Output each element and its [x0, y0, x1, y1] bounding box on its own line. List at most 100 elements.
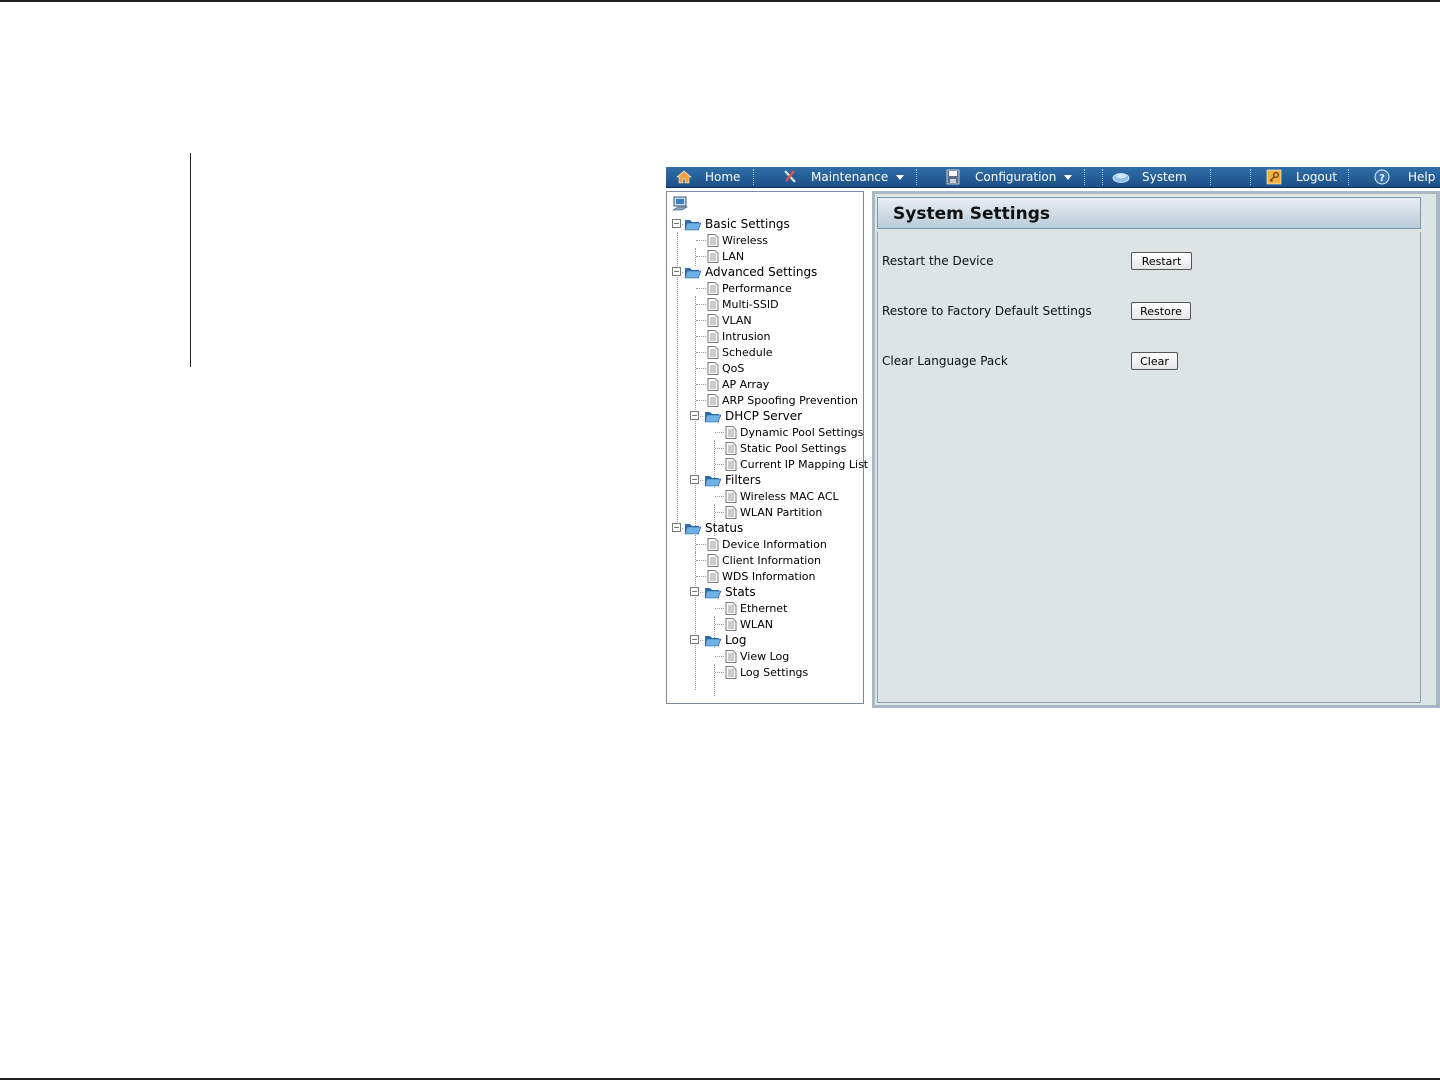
tree-item-schedule[interactable]: Schedule [707, 344, 773, 360]
tree-guide [715, 448, 724, 449]
collapse-toggle-icon[interactable]: − [672, 523, 681, 532]
tree-guide [696, 576, 706, 577]
clear-language-label: Clear Language Pack [882, 354, 1008, 368]
save-disk-icon [946, 169, 960, 185]
nav-separator [1348, 169, 1350, 185]
page-icon [707, 233, 719, 247]
collapse-toggle-icon[interactable]: − [672, 219, 681, 228]
nav-help-label: Help [1408, 170, 1436, 184]
page-icon [707, 249, 719, 263]
tree-item-label: Performance [722, 281, 792, 295]
page-icon [707, 313, 719, 327]
tree-item-intrusion[interactable]: Intrusion [707, 328, 771, 344]
nav-configuration[interactable]: Configuration [945, 167, 1073, 187]
tree-guide [715, 464, 724, 465]
tree-guide [715, 672, 724, 673]
tree-item-client-info[interactable]: Client Information [707, 552, 821, 568]
page-icon [707, 281, 719, 295]
help-icon: ? [1374, 169, 1390, 185]
restore-label: Restore to Factory Default Settings [882, 304, 1092, 318]
tree-item-label: Basic Settings [705, 217, 790, 231]
tree-item-label: DHCP Server [725, 409, 803, 423]
nav-system[interactable]: System [1112, 167, 1187, 187]
tree-guide [696, 288, 706, 289]
page-icon [707, 377, 719, 391]
tree-item-label: Advanced Settings [705, 265, 818, 279]
tree-item-vlan[interactable]: VLAN [707, 312, 752, 328]
tree-item-lan[interactable]: LAN [707, 248, 744, 264]
collapse-toggle-icon[interactable]: − [690, 587, 699, 596]
nav-maintenance[interactable]: Maintenance [782, 167, 905, 187]
tree-item-device-info[interactable]: Device Information [707, 536, 827, 552]
tree-guide [696, 368, 706, 369]
nav-separator [1084, 169, 1086, 185]
collapse-toggle-icon[interactable]: − [672, 267, 681, 276]
tree-item-wireless[interactable]: Wireless [707, 232, 768, 248]
clear-button[interactable]: Clear [1131, 352, 1178, 370]
nav-help[interactable]: ? Help [1374, 167, 1435, 187]
content-panel: System Settings Restart the Device Resta… [872, 191, 1440, 708]
tools-icon [784, 170, 796, 183]
nav-maintenance-label: Maintenance [811, 170, 889, 184]
tree-item-dynamic-pool[interactable]: Dynamic Pool Settings [725, 424, 863, 440]
tree-guide [714, 664, 715, 696]
restart-label: Restart the Device [882, 254, 994, 268]
tree-guide [677, 232, 678, 528]
tree-item-status[interactable]: Status [684, 520, 743, 536]
tree-item-arp[interactable]: ARP Spoofing Prevention [707, 392, 858, 408]
section-header: System Settings [877, 197, 1421, 229]
tree-item-label: View Log [740, 649, 790, 663]
folder-open-icon [684, 268, 702, 279]
tree-item-qos[interactable]: QoS [707, 360, 744, 376]
page-icon [725, 601, 737, 615]
tree-item-wlan-partition[interactable]: WLAN Partition [725, 504, 822, 520]
tree-item-dhcp[interactable]: DHCP Server [704, 408, 802, 424]
tree-item-log[interactable]: Log [704, 632, 746, 648]
restart-button[interactable]: Restart [1131, 252, 1192, 270]
tree-item-log-settings[interactable]: Log Settings [725, 664, 808, 680]
page-icon [725, 649, 737, 663]
tree-item-multi-ssid[interactable]: Multi-SSID [707, 296, 779, 312]
tree-item-label: LAN [722, 249, 745, 263]
tree-item-performance[interactable]: Performance [707, 280, 792, 296]
nav-separator [1102, 169, 1104, 185]
tree-item-static-pool[interactable]: Static Pool Settings [725, 440, 846, 456]
collapse-toggle-icon[interactable]: − [690, 635, 699, 644]
tree-item-wds-info[interactable]: WDS Information [707, 568, 816, 584]
chevron-down-icon [896, 174, 905, 180]
page-title: System Settings [893, 204, 1050, 224]
tree-item-stats[interactable]: Stats [704, 584, 756, 600]
collapse-toggle-icon[interactable]: − [690, 475, 699, 484]
tree-item-view-log[interactable]: View Log [725, 648, 789, 664]
tree-guide [696, 304, 706, 305]
tree-guide [696, 384, 706, 385]
tree-item-current-ip[interactable]: Current IP Mapping List [725, 456, 868, 472]
tree-item-ap-array[interactable]: AP Array [707, 376, 769, 392]
tree-guide [715, 656, 724, 657]
tree-item-label: Multi-SSID [722, 297, 779, 311]
nav-home[interactable]: Home [676, 167, 740, 187]
page-icon [707, 361, 719, 375]
tree-item-wlan[interactable]: WLAN [725, 616, 773, 632]
collapse-toggle-icon[interactable]: − [690, 411, 699, 420]
nav-separator [916, 169, 918, 185]
nav-logout[interactable]: Logout [1266, 167, 1337, 187]
tree-item-ethernet[interactable]: Ethernet [725, 600, 787, 616]
tree-item-advanced[interactable]: Advanced Settings [684, 264, 817, 280]
tree-item-wireless-mac-acl[interactable]: Wireless MAC ACL [725, 488, 839, 504]
tree-item-filters[interactable]: Filters [704, 472, 761, 488]
svg-text:?: ? [1379, 173, 1385, 184]
page-icon [725, 457, 737, 471]
tree-item-label: Static Pool Settings [740, 441, 847, 455]
tree-item-label: Status [705, 521, 744, 535]
tree-item-basic[interactable]: Basic Settings [684, 216, 790, 232]
tree-guide [696, 320, 706, 321]
restore-button[interactable]: Restore [1131, 302, 1191, 320]
tree-guide [696, 240, 706, 241]
tree-item-label: Wireless MAC ACL [740, 489, 839, 503]
page-icon [707, 537, 719, 551]
folder-open-icon [684, 524, 702, 535]
tree-item-label: Client Information [722, 553, 822, 567]
tree-guide [696, 256, 706, 257]
tree-item-label: WDS Information [722, 569, 816, 583]
